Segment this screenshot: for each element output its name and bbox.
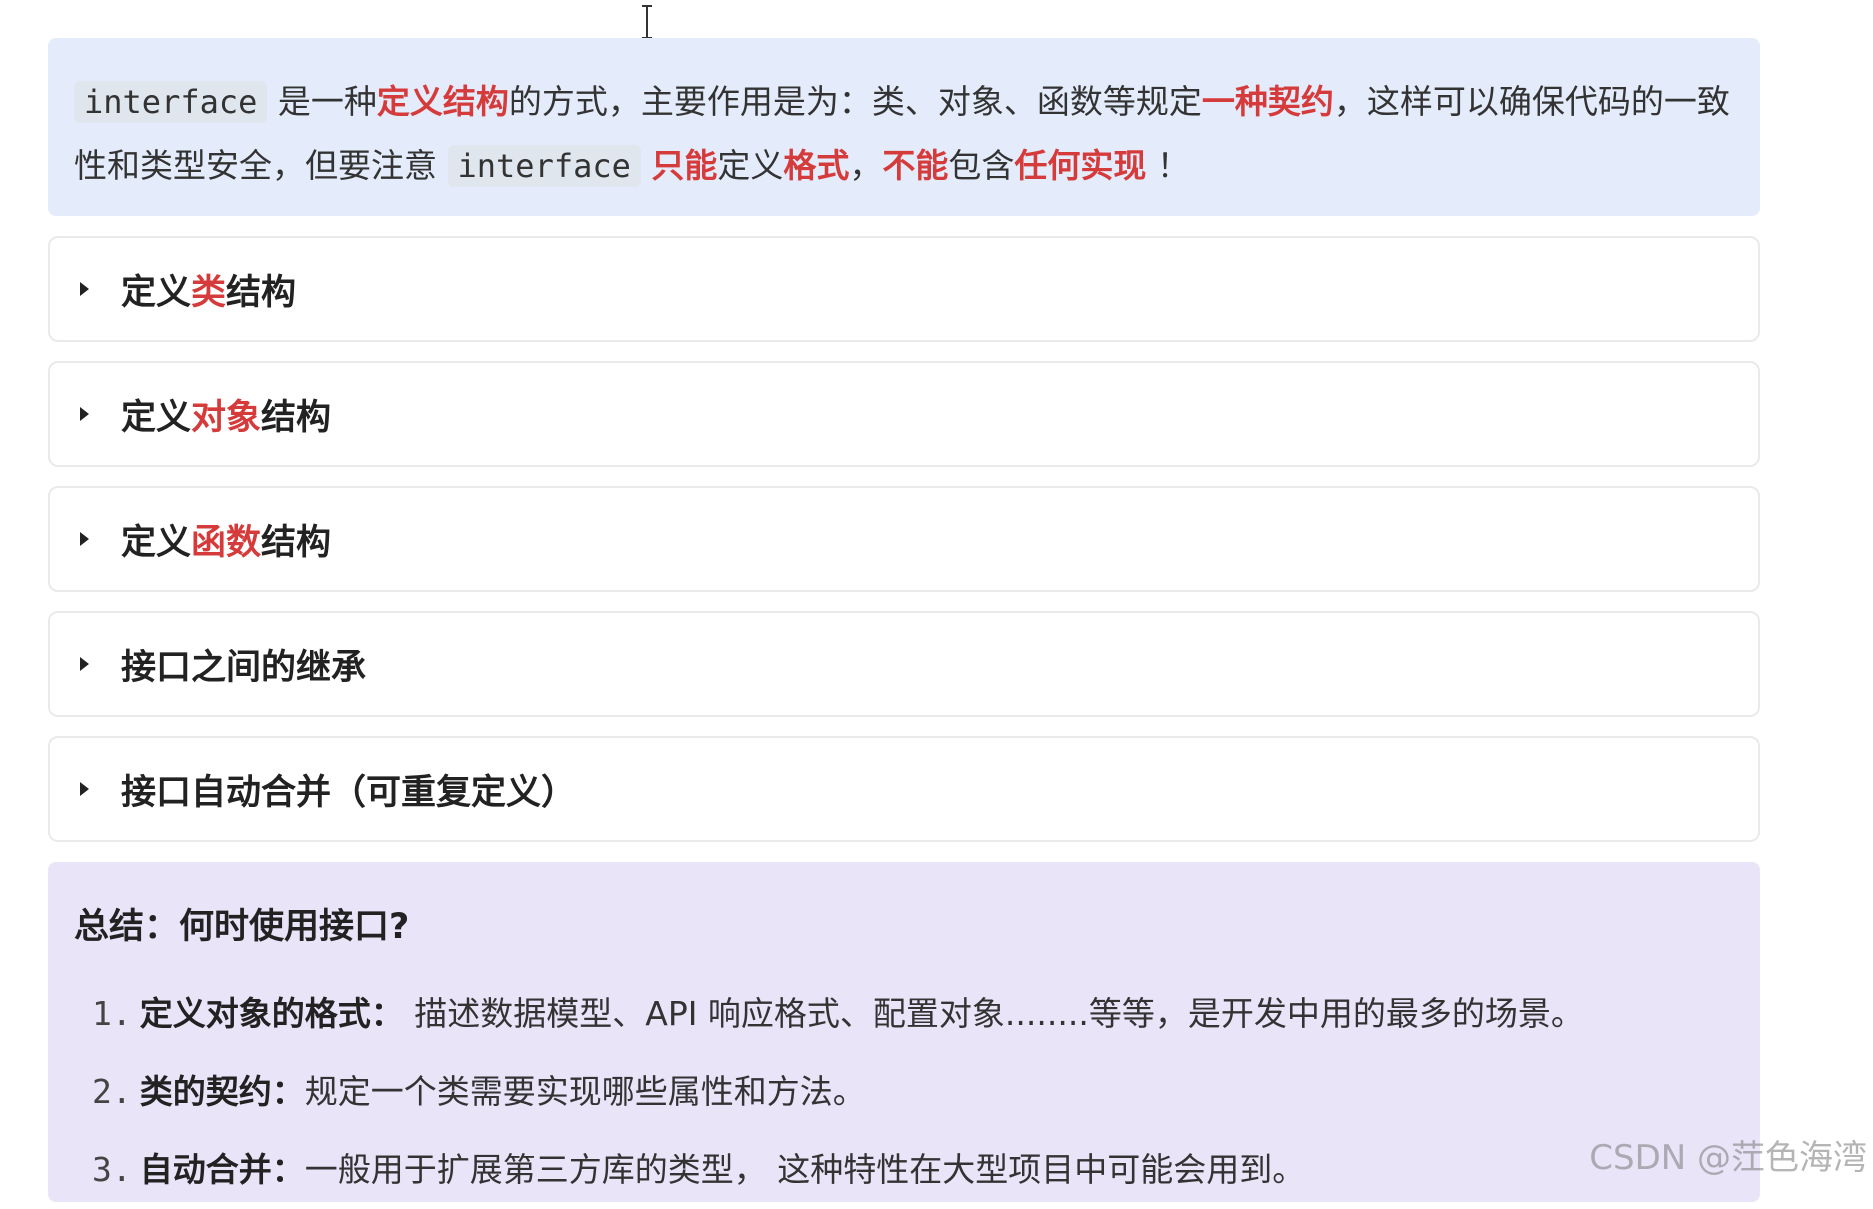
title-text: 定义 [121,397,192,438]
note-text-6: ， [849,146,883,185]
summary-item: 3. 自动合并：一般用于扩展第三方库的类型， 这种特性在大型项目中可能会用到。 [74,1131,1734,1209]
title-text: 定义 [121,522,192,563]
summary-box: 总结：何时使用接口? 1. 定义对象的格式： 描述数据模型、API 响应格式、配置… [48,862,1760,1202]
inline-code-interface-2: interface [447,145,641,187]
note-highlight-4: 格式 [783,146,850,185]
title-text-end: 结构 [261,397,332,438]
collapsible-title: 定义对象结构 [121,389,331,440]
collapsible-title: 定义函数结构 [121,514,331,565]
item-text: 规定一个类需要实现哪些属性和方法。 [304,1072,866,1111]
note-highlight-6: 任何实现 [1014,146,1147,185]
summary-title: 总结：何时使用接口? [74,907,410,947]
collapsible-interface-merging[interactable]: 接口自动合并（可重复定义） [48,736,1760,842]
item-number: 2. [92,1072,132,1111]
caret-right-icon [80,282,89,296]
note-text-2: 的方式，主要作用是为：类、对象、函数等规定 [508,82,1202,121]
title-text: 接口自动合并（可重复定义） [121,772,577,813]
collapsible-object-structure[interactable]: 定义对象结构 [48,361,1760,467]
caret-right-icon [80,657,89,671]
text-cursor-icon [642,5,652,39]
watermark: CSDN @茳色海湾 [1589,1138,1867,1178]
collapsible-class-structure[interactable]: 定义类结构 [48,236,1760,342]
note-text-7: 包含 [948,146,1015,185]
title-highlight: 函数 [191,522,262,563]
caret-right-icon [80,532,89,546]
interface-note: interface 是一种定义结构的方式，主要作用是为：类、对象、函数等规定一种… [48,38,1760,216]
title-highlight: 类 [191,272,227,313]
title-text-end: 结构 [261,522,332,563]
item-text: 描述数据模型、API 响应格式、配置对象........等等，是开发中用的最多的… [403,994,1584,1033]
title-text: 定义 [121,272,192,313]
note-text-4 [641,146,652,185]
inline-code-interface: interface [74,81,268,123]
caret-right-icon [80,407,89,421]
note-text-8: ！ [1146,146,1190,185]
title-text: 接口之间的继承 [121,647,367,688]
note-highlight-5: 不能 [882,146,949,185]
collapsible-function-structure[interactable]: 定义函数结构 [48,486,1760,592]
item-key: 类的契约： [139,1072,305,1111]
collapsible-title: 接口之间的继承 [121,639,366,690]
caret-right-icon [80,782,89,796]
collapsible-title: 接口自动合并（可重复定义） [121,764,576,815]
note-highlight-2: 一种契约 [1201,82,1334,121]
title-highlight: 对象 [191,397,262,438]
item-text: 一般用于扩展第三方库的类型， 这种特性在大型项目中可能会用到。 [304,1150,1306,1189]
title-text-end: 结构 [226,272,297,313]
note-text-1: 是一种 [267,82,377,121]
collapsible-title: 定义类结构 [121,264,296,315]
note-highlight-1: 定义结构 [376,82,509,121]
item-number: 1. [92,994,132,1033]
note-highlight-3: 只能 [651,146,718,185]
summary-item: 2. 类的契约：规定一个类需要实现哪些属性和方法。 [74,1053,1734,1131]
summary-item: 1. 定义对象的格式： 描述数据模型、API 响应格式、配置对象........等… [74,975,1734,1053]
item-key: 自动合并： [139,1150,305,1189]
item-number: 3. [92,1150,132,1189]
item-key: 定义对象的格式： [139,994,404,1033]
collapsible-interface-inheritance[interactable]: 接口之间的继承 [48,611,1760,717]
note-text-5: 定义 [717,146,784,185]
